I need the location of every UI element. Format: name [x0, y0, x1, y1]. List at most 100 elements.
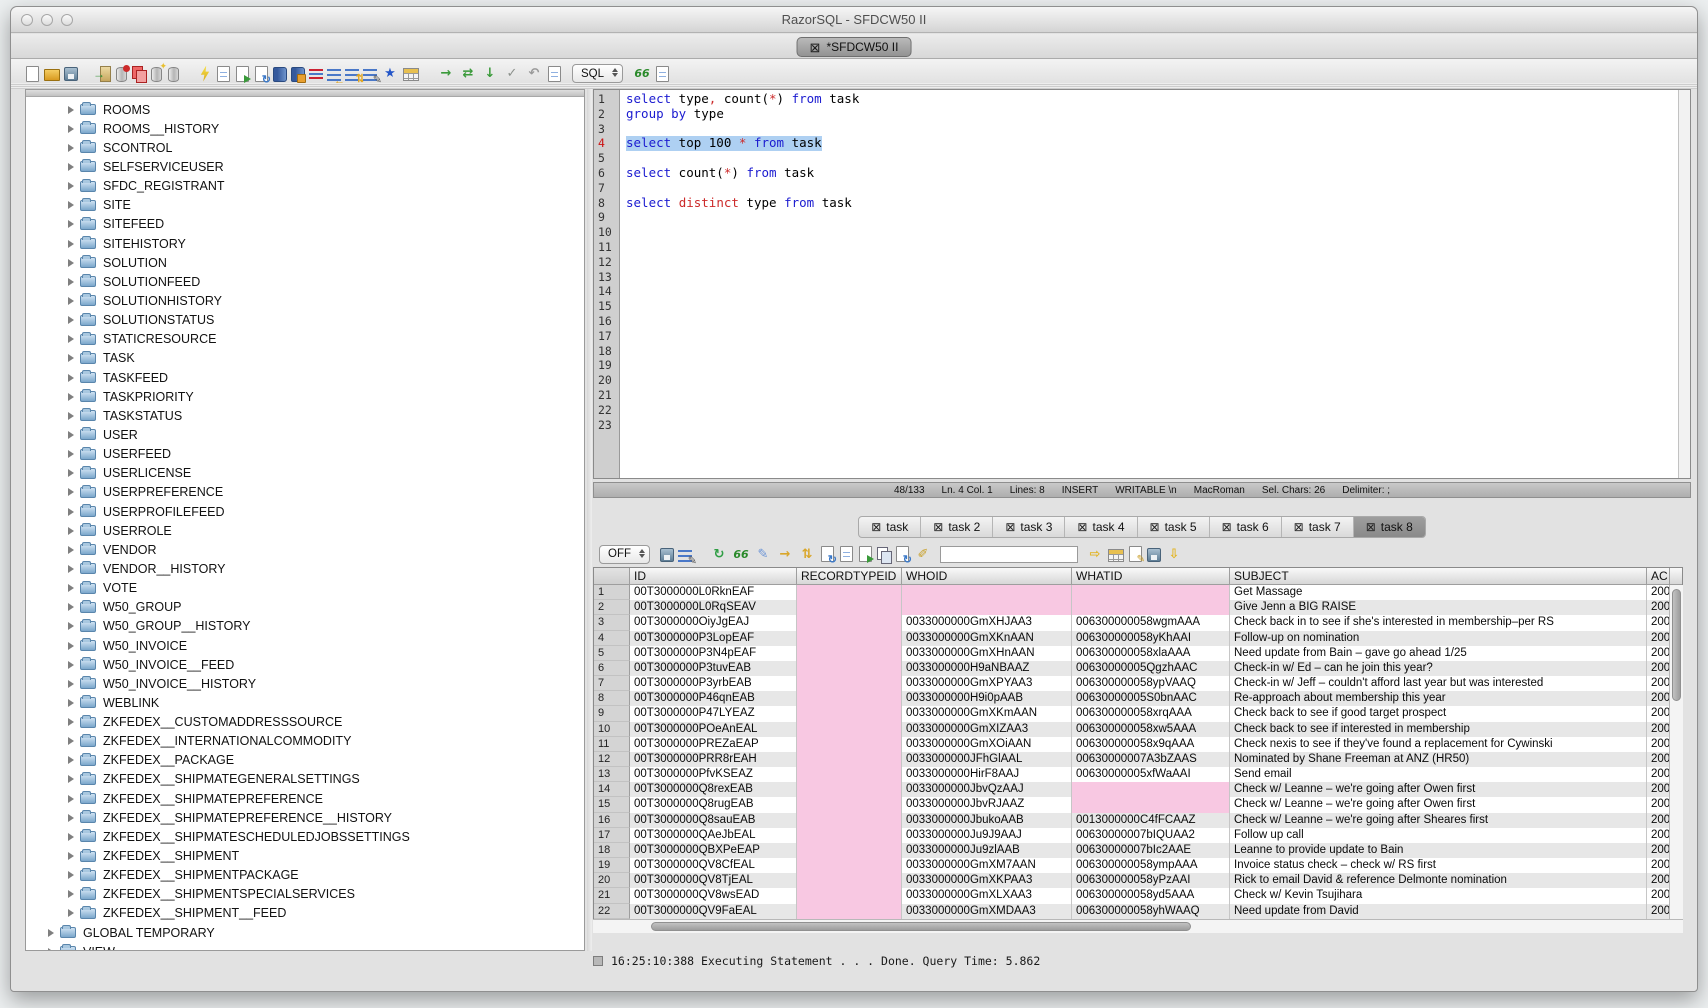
row-number-cell[interactable]: 5: [594, 646, 630, 661]
view-66-grid-icon[interactable]: 66: [732, 546, 750, 563]
scrollbar-thumb[interactable]: [651, 922, 1191, 931]
table-row[interactable]: 1100T3000000PREZaEAP0033000000GmXOiAAN00…: [594, 737, 1682, 752]
column-header[interactable]: ID: [630, 568, 797, 584]
table-cell[interactable]: Follow-up on nomination: [1230, 631, 1647, 646]
indent-icon[interactable]: [327, 69, 341, 81]
expand-arrow-icon[interactable]: [68, 393, 74, 401]
table-cell[interactable]: [797, 706, 902, 721]
results-window-icon[interactable]: [217, 66, 230, 82]
expand-arrow-icon[interactable]: [68, 374, 74, 382]
table-cell[interactable]: [902, 585, 1072, 600]
table-row[interactable]: 2200T3000000QV9FaEAL0033000000GmXMDAA300…: [594, 904, 1682, 919]
table-cell[interactable]: 006300000058yKhAAI: [1072, 631, 1230, 646]
expand-arrow-icon[interactable]: [68, 106, 74, 114]
table-cell[interactable]: [1072, 600, 1230, 615]
table-cell[interactable]: 200: [1647, 722, 1670, 737]
table-cell[interactable]: Check back to see if interested in membe…: [1230, 722, 1647, 737]
tree-item[interactable]: ZKFEDEX__SHIPMENTSPECIALSERVICES: [26, 885, 584, 904]
table-cell[interactable]: [797, 813, 902, 828]
search-input[interactable]: [940, 546, 1078, 563]
table-cell[interactable]: Need update from David: [1230, 904, 1647, 919]
expand-arrow-icon[interactable]: [68, 316, 74, 324]
result-tab[interactable]: ⊠task 5: [1137, 517, 1209, 537]
go-down-icon[interactable]: ↓: [481, 65, 499, 82]
table-cell[interactable]: 00630000007bIc2AAE: [1072, 843, 1230, 858]
table-cell[interactable]: 200: [1647, 676, 1670, 691]
table-cell[interactable]: Nominated by Shane Freeman at ANZ (HR50): [1230, 752, 1647, 767]
table-row[interactable]: 200T3000000L0RqSEAVGive Jenn a BIG RAISE…: [594, 600, 1682, 615]
table-cell[interactable]: 006300000058xlaAAA: [1072, 646, 1230, 661]
table-cell[interactable]: [797, 615, 902, 630]
table-cell[interactable]: Check nexis to see if they've found a re…: [1230, 737, 1647, 752]
table-tools-icon[interactable]: [403, 68, 419, 81]
format-sql-icon[interactable]: [309, 69, 323, 81]
edit-cell-icon[interactable]: ✎: [754, 546, 772, 563]
column-header[interactable]: WHATID: [1072, 568, 1230, 584]
row-number-cell[interactable]: 19: [594, 858, 630, 873]
table-cell[interactable]: 00630000005S0bnAAC: [1072, 691, 1230, 706]
sql-editor[interactable]: 1234567891011121314151617181920212223 se…: [593, 89, 1691, 479]
table-cell[interactable]: 0033000000H9i0pAAB: [902, 691, 1072, 706]
table-cell[interactable]: 200: [1647, 600, 1670, 615]
expand-arrow-icon[interactable]: [68, 125, 74, 133]
table-cell[interactable]: Check-in w/ Jeff – couldn't afford last …: [1230, 676, 1647, 691]
tree-item[interactable]: W50_INVOICE__FEED: [26, 655, 584, 674]
table-cell[interactable]: 00T3000000P46qnEAB: [630, 691, 797, 706]
tree-item[interactable]: USER: [26, 425, 584, 444]
table-row[interactable]: 1200T3000000PRR8rEAH0033000000JFhGlAAL00…: [594, 752, 1682, 767]
table-cell[interactable]: 0033000000GmXPYAA3: [902, 676, 1072, 691]
table-cell[interactable]: [1072, 782, 1230, 797]
table-cell[interactable]: 00T3000000L0RqSEAV: [630, 600, 797, 615]
expand-arrow-icon[interactable]: [68, 795, 74, 803]
row-number-cell[interactable]: 14: [594, 782, 630, 797]
column-header[interactable]: WHOID: [902, 568, 1072, 584]
column-header[interactable]: AC: [1647, 568, 1670, 584]
table-cell[interactable]: 006300000058xrqAAA: [1072, 706, 1230, 721]
expand-arrow-icon[interactable]: [68, 565, 74, 573]
table-cell[interactable]: 006300000058yd5AAA: [1072, 888, 1230, 903]
table-cell[interactable]: 0033000000GmXIZAA3: [902, 722, 1072, 737]
autocommit-select[interactable]: OFF: [599, 545, 650, 564]
statement-type-select[interactable]: SQL: [572, 64, 623, 83]
table-row[interactable]: 1800T3000000QBXPeEAP0033000000Ju9zlAAB00…: [594, 843, 1682, 858]
table-cell[interactable]: 200: [1647, 828, 1670, 843]
expand-arrow-icon[interactable]: [68, 144, 74, 152]
table-cell[interactable]: 00T3000000P3N4pEAF: [630, 646, 797, 661]
table-cell[interactable]: 0033000000GmXM7AAN: [902, 858, 1072, 873]
tree-item[interactable]: TASKPRIORITY: [26, 387, 584, 406]
table-cell[interactable]: Get Massage: [1230, 585, 1647, 600]
table-cell[interactable]: 006300000058x9qAAA: [1072, 737, 1230, 752]
table-cell[interactable]: [902, 600, 1072, 615]
tree-item[interactable]: VENDOR__HISTORY: [26, 559, 584, 578]
tree-item[interactable]: STATICRESOURCE: [26, 330, 584, 349]
add-connection-icon[interactable]: [151, 67, 162, 82]
tree-item[interactable]: TASK: [26, 349, 584, 368]
table-cell[interactable]: 00T3000000P3yrbEAB: [630, 676, 797, 691]
table-cell[interactable]: [797, 646, 902, 661]
tree-item[interactable]: TASKSTATUS: [26, 406, 584, 425]
expand-arrow-icon[interactable]: [68, 546, 74, 554]
expand-arrow-icon[interactable]: [48, 929, 54, 937]
tree-item[interactable]: USERROLE: [26, 521, 584, 540]
expand-arrow-icon[interactable]: [68, 833, 74, 841]
table-cell[interactable]: 0033000000H9aNBAAZ: [902, 661, 1072, 676]
table-cell[interactable]: [797, 752, 902, 767]
table-cell[interactable]: 200: [1647, 706, 1670, 721]
table-cell[interactable]: 0033000000GmXLXAA3: [902, 888, 1072, 903]
table-cell[interactable]: 00T3000000P47LYEAZ: [630, 706, 797, 721]
table-cell[interactable]: 200: [1647, 646, 1670, 661]
commit-icon[interactable]: ✓: [503, 65, 521, 82]
table-row[interactable]: 1700T3000000QAeJbEAL0033000000Ju9J9AAJ00…: [594, 828, 1682, 843]
column-header[interactable]: RECORDTYPEID: [797, 568, 902, 584]
export-grid-icon[interactable]: [1108, 549, 1124, 562]
table-row[interactable]: 400T3000000P3LopEAF0033000000GmXKnAAN006…: [594, 631, 1682, 646]
expand-arrow-icon[interactable]: [68, 756, 74, 764]
tree-item[interactable]: W50_INVOICE: [26, 636, 584, 655]
table-cell[interactable]: 00T3000000QAeJbEAL: [630, 828, 797, 843]
close-tab-icon[interactable]: ⊠: [1005, 521, 1015, 533]
tree-item[interactable]: SITE: [26, 196, 584, 215]
table-cell[interactable]: 200: [1647, 631, 1670, 646]
table-row[interactable]: 2100T3000000QV8wsEAD0033000000GmXLXAA300…: [594, 888, 1682, 903]
tree-item[interactable]: ZKFEDEX__SHIPMATEPREFERENCE: [26, 789, 584, 808]
table-cell[interactable]: Check w/ Leanne – we're going after Owen…: [1230, 782, 1647, 797]
